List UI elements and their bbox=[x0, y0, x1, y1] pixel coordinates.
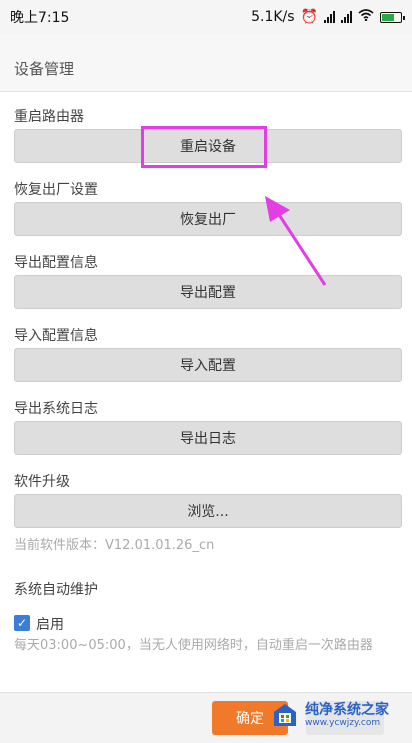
pointer-arrow-icon bbox=[265, 196, 327, 286]
watermark: 纯净系统之家 www.ycwjzy.com bbox=[270, 700, 389, 730]
watermark-url: www.ycwjzy.com bbox=[305, 717, 381, 728]
watermark-name: 纯净系统之家 bbox=[305, 701, 389, 718]
watermark-logo-icon bbox=[270, 700, 300, 730]
